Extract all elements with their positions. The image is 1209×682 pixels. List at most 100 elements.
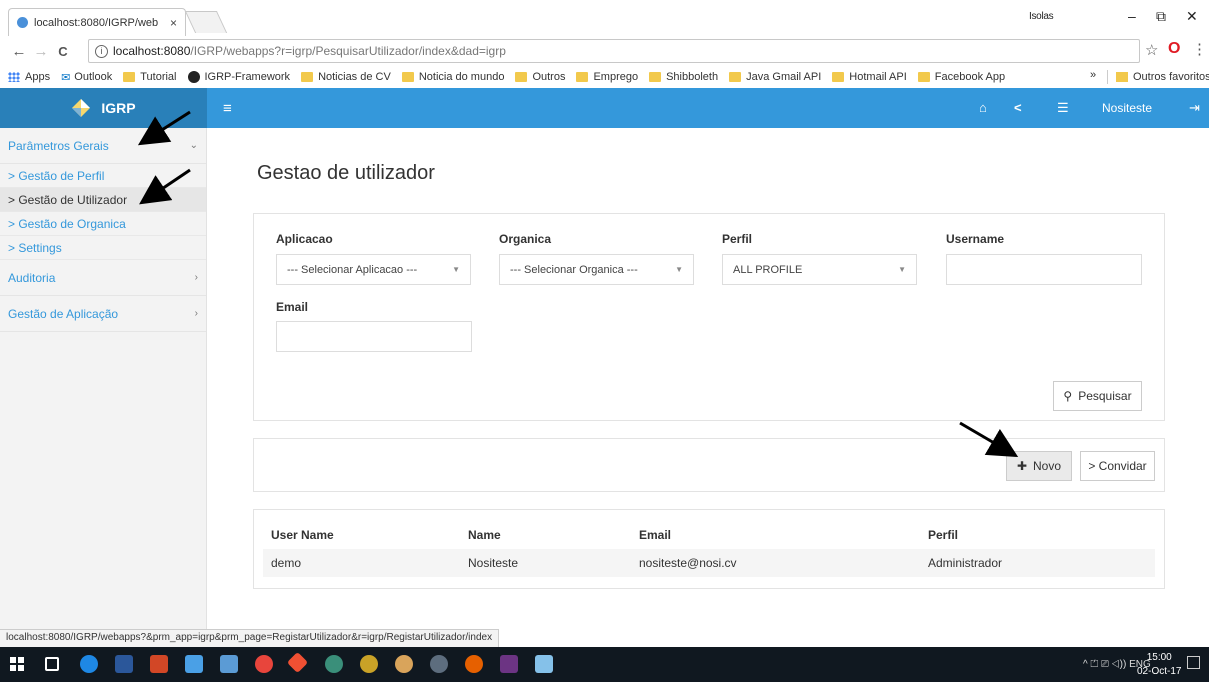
new-tab-button[interactable]	[184, 11, 228, 33]
bookmark-tutorial[interactable]: Tutorial	[123, 71, 177, 83]
bookmark-outros[interactable]: Outros	[515, 71, 565, 83]
bookmark-facebook-app[interactable]: Facebook App	[917, 71, 1006, 83]
windows-start-icon[interactable]	[10, 657, 24, 671]
upwork-icon[interactable]	[325, 655, 343, 673]
column-header-email[interactable]: Email	[631, 520, 920, 549]
network-icon[interactable]	[220, 655, 238, 673]
bookmarks-divider	[1107, 70, 1108, 84]
sidebar-item-parametros-gerais[interactable]: Parâmetros Gerais ⌄	[0, 128, 206, 164]
minimize-icon[interactable]: –	[1128, 8, 1136, 24]
sidebar-item-gestao-perfil[interactable]: > Gestão de Perfil	[0, 164, 206, 188]
column-header-user-name[interactable]: User Name	[263, 520, 460, 549]
tomcat-icon[interactable]	[395, 655, 413, 673]
bookmark-hotmail[interactable]: Hotmail API	[832, 71, 907, 83]
browser-tab[interactable]: localhost:8080/IGRP/web ×	[8, 8, 186, 36]
bookmarks-overflow-icon[interactable]: »	[1090, 69, 1096, 81]
maximize-icon[interactable]: ⧉	[1156, 8, 1166, 25]
column-header-perfil[interactable]: Perfil	[920, 520, 1155, 549]
bookmark-emprego[interactable]: Emprego	[576, 71, 638, 83]
logout-icon[interactable]: ⇥	[1189, 100, 1200, 116]
sidebar: Parâmetros Gerais ⌄ > Gestão de Perfil >…	[0, 128, 207, 636]
reload-icon[interactable]: C	[52, 44, 74, 59]
perfil-select[interactable]: ALL PROFILE ▼	[722, 254, 917, 285]
user-menu[interactable]: Nositeste	[1102, 101, 1152, 115]
firefox-icon[interactable]	[465, 655, 483, 673]
organica-value: --- Selecionar Organica ---	[510, 263, 638, 276]
email-input[interactable]	[276, 321, 472, 352]
folder-icon	[917, 72, 930, 82]
bookmark-star-icon[interactable]: ☆	[1145, 41, 1158, 59]
sidebar-item-settings[interactable]: > Settings	[0, 236, 206, 260]
sidebar-item-label: Gestão de Aplicação	[8, 306, 119, 321]
brand-bar[interactable]: IGRP	[0, 88, 207, 128]
organica-label: Organica	[499, 232, 552, 246]
edge-icon[interactable]	[80, 655, 98, 673]
bookmark-noticia-mundo[interactable]: Noticia do mundo	[401, 71, 504, 83]
folder-icon	[649, 72, 662, 82]
file-explorer-icon[interactable]	[185, 655, 203, 673]
app-icon[interactable]	[535, 655, 553, 673]
menu-toggle-icon[interactable]: ≡	[223, 100, 232, 117]
bookmark-label: Emprego	[593, 71, 639, 83]
word-icon[interactable]	[115, 655, 133, 673]
git-icon[interactable]	[286, 651, 309, 674]
window-close-icon[interactable]: ✕	[1186, 8, 1198, 25]
aplicacao-value: --- Selecionar Aplicacao ---	[287, 263, 418, 276]
back-arrow-icon[interactable]: ←	[8, 43, 30, 60]
github-icon	[187, 71, 200, 83]
new-button[interactable]: ✚ Novo	[1006, 451, 1072, 481]
browser-menu-icon[interactable]: ⋮	[1192, 40, 1207, 58]
bookmark-igrp-framework[interactable]: IGRP-Framework	[187, 71, 290, 83]
bookmark-java-gmail[interactable]: Java Gmail API	[729, 71, 821, 83]
task-view-icon[interactable]	[45, 657, 59, 671]
sidebar-item-gestao-utilizador[interactable]: > Gestão de Utilizador	[0, 188, 206, 212]
sidebar-item-auditoria[interactable]: Auditoria ›	[0, 260, 206, 296]
app-icon[interactable]	[430, 655, 448, 673]
close-icon[interactable]: ×	[170, 16, 177, 30]
home-icon[interactable]: ⌂	[979, 100, 987, 115]
aplicacao-select[interactable]: --- Selecionar Aplicacao --- ▼	[276, 254, 471, 285]
notification-icon[interactable]	[1187, 656, 1200, 669]
bookmark-noticias-cv[interactable]: Noticias de CV	[301, 71, 391, 83]
info-icon[interactable]: i	[95, 44, 108, 58]
bookmark-label: Java Gmail API	[746, 71, 822, 83]
username-input[interactable]	[946, 254, 1142, 285]
list-icon[interactable]: ☰	[1057, 100, 1069, 116]
search-button-label: Pesquisar	[1078, 389, 1132, 403]
powerpoint-icon[interactable]	[150, 655, 168, 673]
invite-button[interactable]: > Convidar	[1080, 451, 1155, 481]
search-button[interactable]: ⚲ Pesquisar	[1053, 381, 1142, 411]
other-bookmarks[interactable]: Outros favoritos	[1116, 66, 1209, 88]
bookmark-apps[interactable]: Apps	[8, 71, 50, 83]
address-bar[interactable]: i localhost:8080/IGRP/webapps?r=igrp/Pes…	[88, 39, 1140, 63]
profile-name[interactable]: Isolas	[1029, 11, 1054, 22]
sidebar-item-gestao-aplicacao[interactable]: Gestão de Aplicação ›	[0, 296, 206, 332]
opera-icon[interactable]: O	[1168, 40, 1180, 58]
other-bookmarks-label: Outros favoritos	[1133, 71, 1209, 83]
column-header-name[interactable]: Name	[460, 520, 631, 549]
cell-user-name: demo	[263, 549, 460, 577]
sidebar-item-gestao-organica[interactable]: > Gestão de Organica	[0, 212, 206, 236]
chrome-icon[interactable]	[255, 655, 273, 673]
tab-title: localhost:8080/IGRP/web	[34, 16, 159, 29]
chevron-right-icon: ›	[194, 308, 198, 319]
forward-arrow-icon[interactable]: →	[30, 43, 52, 60]
cell-name: Nositeste	[460, 549, 631, 577]
status-url-bubble: localhost:8080/IGRP/webapps?&prm_app=igr…	[0, 629, 500, 647]
bookmark-shibboleth[interactable]: Shibboleth	[649, 71, 718, 83]
bookmark-label: Hotmail API	[849, 71, 907, 83]
bookmark-label: Tutorial	[140, 71, 177, 83]
bookmark-label: Shibboleth	[666, 71, 719, 83]
bookmark-label: Facebook App	[934, 71, 1006, 83]
app-icon[interactable]	[360, 655, 378, 673]
perfil-label: Perfil	[722, 232, 753, 246]
app-icon[interactable]	[500, 655, 518, 673]
invite-button-label: > Convidar	[1088, 459, 1147, 473]
bookmark-outlook[interactable]: ✉ Outlook	[61, 71, 112, 84]
table-row[interactable]: demo Nositeste nositeste@nosi.cv Adminis…	[263, 549, 1155, 577]
share-icon[interactable]: <	[1014, 100, 1022, 115]
new-button-label: Novo	[1033, 459, 1062, 473]
folder-icon	[832, 72, 845, 82]
clock[interactable]: 15:00 02-Oct-17	[1137, 651, 1181, 679]
organica-select[interactable]: --- Selecionar Organica --- ▼	[499, 254, 694, 285]
